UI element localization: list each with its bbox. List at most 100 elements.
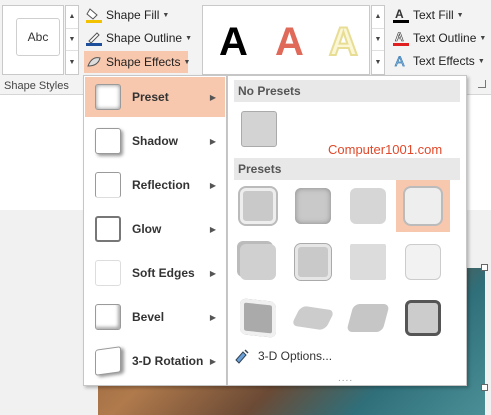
chevron-right-icon: ▶ bbox=[209, 356, 216, 366]
preset-option[interactable] bbox=[396, 292, 450, 344]
resize-handle[interactable] bbox=[481, 264, 488, 271]
chevron-down-icon: ▼ bbox=[456, 11, 464, 19]
preset-option[interactable] bbox=[231, 236, 285, 288]
rotation-thumb-icon bbox=[95, 346, 121, 376]
presets-header: Presets bbox=[234, 158, 460, 180]
menu-item-shadow[interactable]: Shadow ▶ bbox=[85, 121, 225, 161]
3d-options-icon bbox=[234, 348, 252, 364]
text-outline-label: Text Outline bbox=[413, 31, 477, 45]
resize-handle[interactable] bbox=[481, 384, 488, 391]
chevron-right-icon: ▶ bbox=[209, 180, 216, 190]
no-presets-header: No Presets bbox=[234, 80, 460, 102]
text-fill-label: Text Fill bbox=[413, 8, 454, 22]
svg-text:A: A bbox=[395, 7, 404, 21]
gallery-more-icon[interactable]: ▼ bbox=[66, 51, 78, 74]
menu-item-bevel[interactable]: Bevel ▶ bbox=[85, 297, 225, 337]
shape-effects-menu: Preset ▶ Shadow ▶ Reflection ▶ Glow ▶ So… bbox=[83, 75, 227, 386]
menu-item-label: Reflection bbox=[132, 178, 191, 192]
preset-option[interactable] bbox=[396, 236, 450, 288]
watermark: Computer1001.com bbox=[328, 142, 443, 157]
gallery-down-icon[interactable]: ▼ bbox=[372, 29, 384, 52]
chevron-right-icon: ▶ bbox=[209, 224, 216, 234]
wordart-gallery: A A A bbox=[202, 5, 370, 75]
shape-effects-icon bbox=[86, 54, 102, 70]
preset-option[interactable] bbox=[231, 292, 285, 344]
paint-bucket-icon bbox=[86, 7, 102, 23]
wordart-style-red[interactable]: A bbox=[275, 22, 304, 62]
svg-text:A: A bbox=[395, 30, 404, 44]
preset-option-selected[interactable] bbox=[396, 180, 450, 232]
shadow-thumb-icon bbox=[95, 128, 121, 154]
preset-option[interactable] bbox=[286, 236, 340, 288]
wordart-style-pale[interactable]: A bbox=[328, 21, 359, 63]
text-effects-icon: A bbox=[393, 53, 409, 70]
shape-fill-label: Shape Fill bbox=[106, 8, 160, 22]
menu-item-preset[interactable]: Preset ▶ bbox=[85, 77, 225, 117]
preset-swatch bbox=[240, 188, 276, 224]
menu-item-label: 3-D Rotation bbox=[132, 354, 204, 368]
chevron-down-icon: ▼ bbox=[162, 11, 170, 19]
text-outline-button[interactable]: A Text Outline ▼ bbox=[393, 28, 486, 48]
preset-option[interactable] bbox=[341, 180, 395, 232]
dialog-launcher-icon[interactable] bbox=[478, 80, 486, 88]
preset-swatch bbox=[240, 244, 276, 280]
menu-item-reflection[interactable]: Reflection ▶ bbox=[85, 165, 225, 205]
gallery-up-icon[interactable]: ▲ bbox=[66, 6, 78, 29]
preset-swatch bbox=[240, 298, 276, 338]
shape-outline-button[interactable]: Shape Outline ▼ bbox=[86, 28, 192, 48]
gallery-up-icon[interactable]: ▲ bbox=[372, 6, 384, 29]
gallery-scroll-buttons: ▲ ▼ ▼ bbox=[65, 5, 79, 75]
chevron-right-icon: ▶ bbox=[209, 268, 216, 278]
preset-swatch bbox=[350, 188, 386, 224]
menu-item-label: Soft Edges bbox=[132, 266, 195, 280]
shape-outline-label: Shape Outline bbox=[106, 31, 183, 45]
chevron-right-icon: ▶ bbox=[209, 136, 216, 146]
preset-swatch bbox=[295, 188, 331, 224]
wordart-style-black[interactable]: A bbox=[219, 22, 248, 62]
chevron-down-icon: ▼ bbox=[183, 58, 191, 66]
preset-option[interactable] bbox=[231, 180, 285, 232]
reflection-thumb-icon bbox=[95, 172, 121, 198]
preset-submenu: No Presets Computer1001.com Presets 3-D … bbox=[227, 75, 467, 386]
preset-option[interactable] bbox=[286, 292, 340, 344]
preset-swatch bbox=[295, 244, 331, 280]
preset-option[interactable] bbox=[341, 292, 395, 344]
shape-effects-button[interactable]: Shape Effects ▼ bbox=[84, 51, 191, 73]
chevron-down-icon: ▼ bbox=[185, 34, 192, 42]
bevel-thumb-icon bbox=[95, 304, 121, 330]
chevron-down-icon: ▼ bbox=[477, 57, 485, 65]
shape-style-thumb[interactable]: Abc bbox=[16, 18, 60, 56]
no-preset-swatch bbox=[241, 111, 277, 147]
3d-options-link[interactable]: 3-D Options... bbox=[234, 348, 332, 364]
3d-options-label: 3-D Options... bbox=[258, 349, 333, 363]
gallery-down-icon[interactable]: ▼ bbox=[66, 29, 78, 52]
group-label: Shape Styles bbox=[4, 80, 69, 92]
svg-text:A: A bbox=[395, 53, 405, 69]
preset-swatch bbox=[346, 304, 390, 332]
glow-thumb-icon bbox=[95, 216, 121, 242]
text-fill-button[interactable]: A Text Fill ▼ bbox=[393, 5, 464, 25]
preset-thumb-icon bbox=[95, 84, 121, 110]
menu-item-label: Bevel bbox=[132, 310, 165, 324]
menu-item-3d-rotation[interactable]: 3-D Rotation ▶ bbox=[85, 341, 225, 381]
preset-swatch bbox=[350, 244, 386, 280]
wordart-scroll-buttons: ▲ ▼ ▼ bbox=[371, 5, 385, 75]
menu-item-soft-edges[interactable]: Soft Edges ▶ bbox=[85, 253, 225, 293]
gallery-more-icon[interactable]: ▼ bbox=[372, 51, 384, 74]
text-effects-button[interactable]: A Text Effects ▼ bbox=[393, 51, 485, 71]
shape-effects-label: Shape Effects bbox=[106, 55, 181, 69]
text-effects-label: Text Effects bbox=[413, 54, 475, 68]
menu-item-glow[interactable]: Glow ▶ bbox=[85, 209, 225, 249]
text-outline-icon: A bbox=[393, 30, 409, 46]
pencil-icon bbox=[86, 30, 102, 46]
chevron-right-icon: ▶ bbox=[209, 312, 216, 322]
menu-item-label: Glow bbox=[132, 222, 162, 236]
menu-item-label: Preset bbox=[132, 90, 169, 104]
shape-fill-button[interactable]: Shape Fill ▼ bbox=[86, 5, 169, 25]
menu-item-label: Shadow bbox=[132, 134, 179, 148]
resize-grip[interactable]: .... bbox=[338, 373, 353, 384]
preset-option[interactable] bbox=[341, 236, 395, 288]
soft-edges-thumb-icon bbox=[95, 260, 121, 286]
preset-option[interactable] bbox=[286, 180, 340, 232]
no-preset-option[interactable] bbox=[232, 103, 286, 155]
